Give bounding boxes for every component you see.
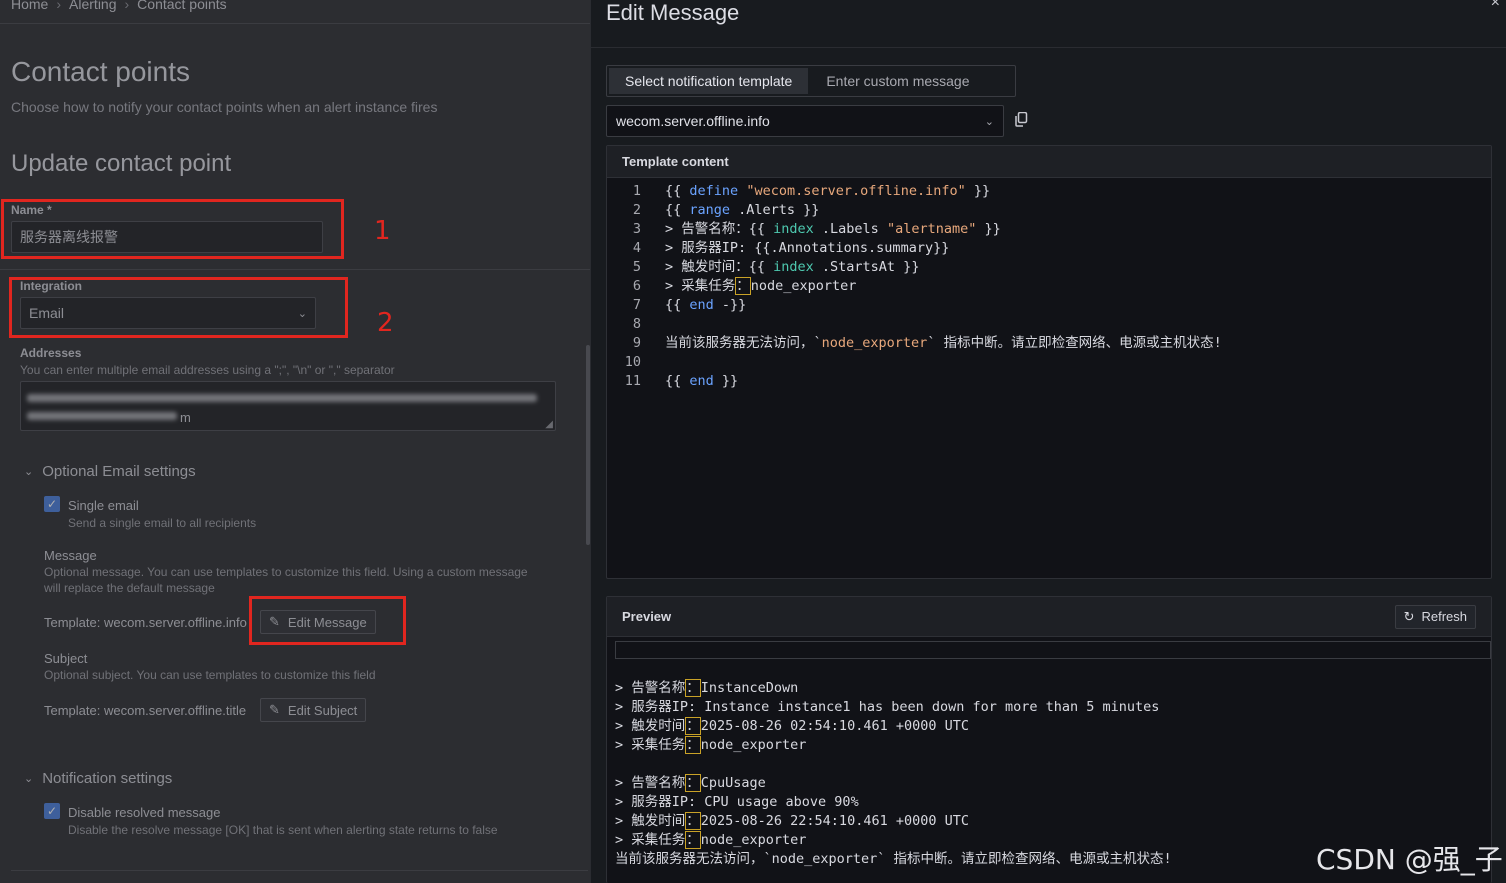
divider xyxy=(0,269,590,270)
refresh-label: Refresh xyxy=(1421,609,1467,624)
addresses-label: Addresses xyxy=(20,346,82,360)
refresh-button[interactable]: ↻ Refresh xyxy=(1394,604,1476,629)
divider xyxy=(591,47,1506,48)
redacted-text xyxy=(27,394,537,402)
section-title: Update contact point xyxy=(11,150,232,177)
preview-line: > 告警名称：InstanceDown xyxy=(615,679,799,697)
disable-resolved-checkbox[interactable]: ✓ xyxy=(44,803,60,819)
preview-title: Preview xyxy=(622,609,672,624)
code-line: 10 xyxy=(624,354,641,370)
edit-subject-label: Edit Subject xyxy=(287,702,358,718)
chevron-down-icon: ⌄ xyxy=(24,466,34,478)
disable-resolved-description: Disable the resolve message [OK] that is… xyxy=(68,823,498,837)
code-line: 4 > 服务器IP: {{.Annotations.summary}} xyxy=(632,240,950,256)
subject-template-text: Template: wecom.server.offline.title xyxy=(44,703,247,718)
code-line: 8 xyxy=(632,316,641,332)
breadcrumb-home[interactable]: Home xyxy=(11,0,48,12)
optional-email-settings-title: Optional Email settings xyxy=(42,463,196,480)
check-icon: ✓ xyxy=(46,497,58,511)
template-select[interactable]: wecom.server.offline.info ⌄ xyxy=(606,105,1004,137)
preview-line: > 采集任务：node_exporter xyxy=(615,736,807,754)
breadcrumb-current: Contact points xyxy=(137,0,227,12)
message-template-text: Template: wecom.server.offline.info xyxy=(44,615,247,630)
single-email-checkbox[interactable]: ✓ xyxy=(44,496,60,512)
copy-icon[interactable] xyxy=(1015,111,1029,128)
tab-select-template[interactable]: Select notification template xyxy=(609,68,809,94)
preview-line: > 服务器IP: CPU usage above 90% xyxy=(615,794,859,810)
refresh-icon: ↻ xyxy=(1403,608,1415,624)
resize-handle-icon[interactable]: ◢ xyxy=(545,419,553,430)
preview-line: > 服务器IP: Instance instance1 has been dow… xyxy=(615,699,1160,715)
preview-scroll-bar[interactable] xyxy=(615,641,1491,659)
breadcrumb-separator: › xyxy=(124,0,130,12)
annotation-box-3 xyxy=(249,596,406,645)
chevron-down-icon: ⌄ xyxy=(24,773,34,785)
edit-message-drawer: Edit Message × Select notification templ… xyxy=(590,0,1506,883)
template-content-title: Template content xyxy=(622,154,729,169)
addresses-tail: m xyxy=(180,410,191,425)
code-line: 6 > 采集任务：node_exporter xyxy=(632,277,857,295)
code-line: 11{{ end }} xyxy=(624,373,739,389)
page-title: Contact points xyxy=(11,56,190,87)
code-line: 7{{ end -}} xyxy=(632,297,747,313)
chevron-down-icon: ⌄ xyxy=(984,115,994,128)
single-email-label: Single email xyxy=(68,498,139,513)
preview-line: 当前该服务器无法访问，`node_exporter` 指标中断。请立即检查网络、… xyxy=(615,851,1172,867)
code-line: 1{{ define "wecom.server.offline.info" }… xyxy=(632,183,991,199)
disable-resolved-label: Disable resolved message xyxy=(68,805,221,820)
code-line: 2{{ range .Alerts }} xyxy=(632,202,820,218)
redacted-text xyxy=(27,412,177,420)
annotation-number-1: 1 xyxy=(374,216,391,246)
background-page: Home › Alerting › Contact points Contact… xyxy=(0,0,590,883)
preview-line: > 告警名称：CpuUsage xyxy=(615,774,766,792)
edit-icon: ✎ xyxy=(269,702,280,717)
message-description: Optional message. You can use templates … xyxy=(44,565,528,595)
preview-line: > 触发时间：2025-08-26 02:54:10.461 +0000 UTC xyxy=(615,717,969,735)
template-code-editor[interactable]: 1{{ define "wecom.server.offline.info" }… xyxy=(607,178,1491,578)
optional-email-settings-toggle[interactable]: ⌄ Optional Email settings xyxy=(24,463,196,480)
addresses-textarea[interactable]: m ◢ xyxy=(20,381,556,431)
breadcrumb-separator: › xyxy=(56,0,62,12)
code-line: 3 > 告警名称：{{ index .Labels "alertname" }} xyxy=(632,221,1001,237)
annotation-box-2 xyxy=(9,277,348,338)
drawer-title: Edit Message xyxy=(606,0,740,25)
single-email-description: Send a single email to all recipients xyxy=(68,516,257,530)
check-icon: ✓ xyxy=(46,804,58,818)
watermark: CSDN @强_子 xyxy=(1316,843,1503,876)
addresses-description: You can enter multiple email addresses u… xyxy=(20,363,395,377)
notification-settings-toggle[interactable]: ⌄ Notification settings xyxy=(24,770,172,787)
notification-settings-title: Notification settings xyxy=(42,770,173,787)
divider xyxy=(11,870,588,871)
subject-description: Optional subject. You can use templates … xyxy=(44,668,376,682)
code-line: 5 > 触发时间：{{ index .StartsAt }} xyxy=(632,259,920,275)
code-line: 9 当前该服务器无法访问，`node_exporter` 指标中断。请立即检查网络… xyxy=(632,335,1222,351)
annotation-box-1 xyxy=(1,199,344,259)
message-label: Message xyxy=(44,548,97,563)
edit-subject-button[interactable]: ✎ Edit Subject xyxy=(260,698,367,722)
breadcrumb: Home › Alerting › Contact points xyxy=(11,0,227,12)
divider xyxy=(0,23,590,24)
template-select-value: wecom.server.offline.info xyxy=(616,113,770,129)
close-icon[interactable]: × xyxy=(1491,0,1500,12)
tab-custom-message[interactable]: Enter custom message xyxy=(810,68,985,94)
annotation-number-2: 2 xyxy=(377,308,394,338)
page-subtitle: Choose how to notify your contact points… xyxy=(11,99,438,115)
subject-label: Subject xyxy=(44,651,88,666)
message-mode-tabs: Select notification template Enter custo… xyxy=(606,65,1016,97)
preview-line: > 触发时间：2025-08-26 22:54:10.461 +0000 UTC xyxy=(615,812,969,830)
breadcrumb-alerting[interactable]: Alerting xyxy=(69,0,116,12)
template-content-panel: Template content 1{{ define "wecom.serve… xyxy=(606,145,1492,579)
preview-line: > 采集任务：node_exporter xyxy=(615,831,807,849)
